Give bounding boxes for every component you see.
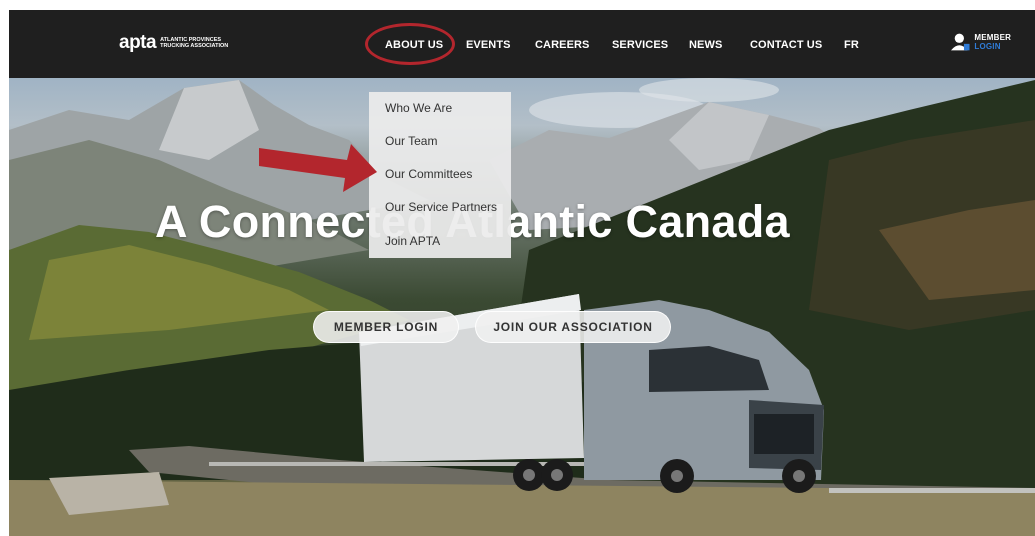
member-login-button[interactable]: MEMBER LOGIN (313, 311, 459, 343)
dropdown-item-join-apta[interactable]: Join APTA (385, 234, 440, 248)
top-navigation-bar: apta ATLANTIC PROVINCES TRUCKING ASSOCIA… (9, 10, 1035, 78)
member-login-link[interactable]: MEMBER LOGIN (951, 32, 1035, 52)
nav-about-us[interactable]: ABOUT US (385, 39, 443, 51)
dropdown-item-our-service-partners[interactable]: Our Service Partners (385, 200, 497, 214)
nav-services[interactable]: SERVICES (612, 39, 668, 51)
member-login-suffix: LOGIN (974, 42, 1001, 51)
dropdown-item-our-team[interactable]: Our Team (385, 134, 437, 148)
dropdown-item-our-committees[interactable]: Our Committees (385, 167, 472, 181)
logo-wordmark: apta (119, 32, 157, 53)
nav-news[interactable]: NEWS (689, 39, 722, 51)
logo-subtitle: ATLANTIC PROVINCES TRUCKING ASSOCIATION (160, 37, 229, 49)
member-login-prefix: MEMBER (974, 33, 1012, 42)
nav-language-fr[interactable]: FR (844, 39, 859, 51)
page-frame: apta ATLANTIC PROVINCES TRUCKING ASSOCIA… (9, 10, 1035, 536)
member-login-label: MEMBER LOGIN (974, 33, 1035, 51)
user-icon (951, 33, 970, 51)
apta-logo[interactable]: apta ATLANTIC PROVINCES TRUCKING ASSOCIA… (119, 32, 238, 54)
about-us-dropdown-menu: Who We Are Our Team Our Committees Our S… (369, 92, 511, 258)
nav-contact-us[interactable]: CONTACT US (750, 39, 822, 51)
nav-events[interactable]: EVENTS (466, 39, 511, 51)
landscape-illustration (9, 78, 1035, 536)
dropdown-item-who-we-are[interactable]: Who We Are (385, 101, 452, 115)
join-association-button[interactable]: JOIN OUR ASSOCIATION (475, 311, 671, 343)
hero-background-image (9, 10, 1035, 536)
red-pointer-arrow-icon (259, 144, 377, 192)
nav-careers[interactable]: CAREERS (535, 39, 590, 51)
